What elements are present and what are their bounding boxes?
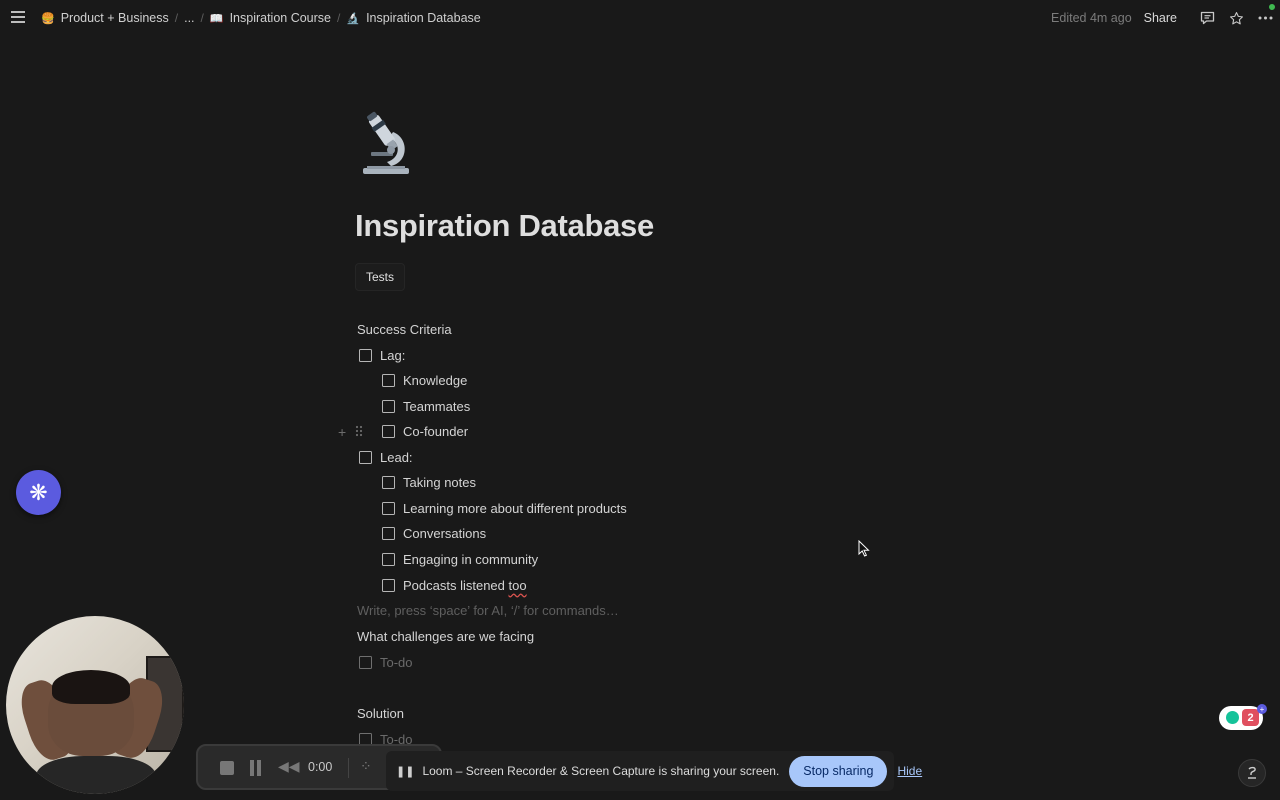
grammarly-icon bbox=[1226, 711, 1239, 724]
breadcrumb-separator: / bbox=[337, 11, 341, 25]
page-title[interactable]: Inspiration Database bbox=[355, 208, 654, 244]
todo-label: Learning more about different products bbox=[403, 500, 627, 516]
add-block-icon[interactable]: + bbox=[338, 424, 346, 440]
block-handles: + bbox=[338, 423, 363, 441]
heading-text: Solution bbox=[357, 705, 404, 721]
stack-icon: 🍔 bbox=[41, 12, 55, 25]
todo-label: Taking notes bbox=[403, 474, 476, 490]
breadcrumb-label: Product + Business bbox=[60, 11, 169, 25]
breadcrumb-label: Inspiration Database bbox=[366, 11, 481, 25]
grammarly-count-badge: 2 bbox=[1242, 709, 1259, 726]
star-icon[interactable] bbox=[1222, 0, 1251, 36]
todo-conversations[interactable]: Conversations bbox=[382, 522, 486, 544]
todo-label: Conversations bbox=[403, 525, 487, 541]
breadcrumb-separator: / bbox=[174, 11, 179, 25]
placeholder-text: Write, press ‘space’ for AI, ‘/’ for com… bbox=[357, 602, 619, 618]
checkbox[interactable] bbox=[359, 655, 372, 669]
checkbox[interactable] bbox=[382, 501, 395, 515]
todo-placeholder: To-do bbox=[380, 654, 413, 670]
checkbox[interactable] bbox=[359, 348, 372, 362]
share-button[interactable]: Share bbox=[1144, 11, 1177, 25]
tab-tests[interactable]: Tests bbox=[355, 263, 406, 291]
todo-label: Lag: bbox=[380, 347, 406, 363]
challenges-heading[interactable]: What challenges are we facing bbox=[357, 625, 534, 647]
breadcrumb-inspiration-database[interactable]: 🔬 Inspiration Database bbox=[343, 11, 483, 25]
menu-icon[interactable] bbox=[11, 11, 25, 23]
heading-text: What challenges are we facing bbox=[357, 628, 535, 644]
top-actions: Edited 4m ago Share bbox=[1051, 0, 1280, 36]
todo-label: Podcasts listened too bbox=[403, 577, 527, 593]
tab-label: Tests bbox=[366, 270, 395, 284]
heading-text: Success Criteria bbox=[357, 321, 452, 337]
todo-teammates[interactable]: Teammates bbox=[382, 395, 470, 417]
todo-engaging-in-community[interactable]: Engaging in community bbox=[382, 548, 538, 570]
checkbox[interactable] bbox=[382, 373, 395, 387]
stop-sharing-button[interactable]: Stop sharing bbox=[789, 755, 888, 787]
success-criteria-heading[interactable]: Success Criteria bbox=[357, 318, 452, 340]
webcam-bubble[interactable] bbox=[6, 616, 184, 794]
spelling-error[interactable]: too bbox=[509, 578, 527, 593]
todo-label: Engaging in community bbox=[403, 551, 539, 567]
hide-link[interactable]: Hide bbox=[897, 764, 922, 778]
plus-icon: + bbox=[1257, 704, 1267, 714]
checkbox[interactable] bbox=[382, 552, 395, 566]
stop-recording-button[interactable] bbox=[220, 761, 234, 775]
breadcrumb-separator: / bbox=[200, 11, 204, 25]
todo-label: Lead: bbox=[380, 449, 413, 465]
drawing-tools-icon[interactable]: ⁘ bbox=[360, 758, 372, 775]
top-bar: 🍔 Product + Business / ... / 📖 Inspirati… bbox=[0, 0, 1280, 36]
checkbox[interactable] bbox=[382, 399, 395, 413]
todo-podcasts[interactable]: Podcasts listened too bbox=[382, 574, 527, 596]
comment-icon[interactable] bbox=[1193, 0, 1222, 36]
solution-heading[interactable]: Solution bbox=[357, 702, 404, 724]
todo-label: Teammates bbox=[403, 398, 471, 414]
todo-co-founder[interactable]: Co-founder bbox=[382, 420, 468, 442]
todo-lead[interactable]: Lead: bbox=[359, 446, 413, 468]
grammarly-widget[interactable]: 2 + bbox=[1219, 704, 1267, 730]
todo-taking-notes[interactable]: Taking notes bbox=[382, 471, 476, 493]
checkbox[interactable] bbox=[359, 450, 372, 464]
microscope-icon[interactable] bbox=[357, 110, 415, 176]
breadcrumb-ellipsis[interactable]: ... bbox=[181, 11, 197, 25]
checkbox[interactable] bbox=[382, 578, 395, 592]
drag-handle-icon[interactable] bbox=[355, 424, 363, 440]
screen-share-banner: ❚❚ Loom – Screen Recorder & Screen Captu… bbox=[386, 751, 922, 791]
more-icon[interactable] bbox=[1251, 0, 1280, 36]
empty-block-placeholder[interactable]: Write, press ‘space’ for AI, ‘/’ for com… bbox=[357, 599, 619, 621]
divider bbox=[348, 758, 349, 778]
todo-label: Knowledge bbox=[403, 372, 468, 388]
checkbox[interactable] bbox=[382, 424, 395, 438]
pause-recording-button[interactable] bbox=[250, 760, 262, 776]
todo-knowledge[interactable]: Knowledge bbox=[382, 369, 467, 391]
pause-icon: ❚❚ bbox=[396, 765, 415, 778]
breadcrumb-label: Inspiration Course bbox=[229, 11, 332, 25]
microscope-icon: 🔬 bbox=[346, 12, 361, 25]
checkbox[interactable] bbox=[382, 526, 395, 540]
extension-icon[interactable]: ❋ bbox=[16, 470, 61, 515]
book-icon: 📖 bbox=[209, 12, 224, 25]
share-message: Loom – Screen Recorder & Screen Capture … bbox=[422, 764, 780, 778]
edited-timestamp: Edited 4m ago bbox=[1051, 11, 1132, 25]
breadcrumb: 🍔 Product + Business / ... / 📖 Inspirati… bbox=[38, 0, 484, 36]
help-icon[interactable] bbox=[1238, 759, 1266, 787]
todo-lag[interactable]: Lag: bbox=[359, 344, 405, 366]
breadcrumb-inspiration-course[interactable]: 📖 Inspiration Course bbox=[207, 11, 334, 25]
mouse-cursor-icon bbox=[858, 539, 870, 562]
recording-time: 0:00 bbox=[308, 760, 333, 774]
breadcrumb-label: ... bbox=[184, 11, 195, 25]
todo-challenges[interactable]: To-do bbox=[359, 651, 413, 673]
restart-icon[interactable]: ◀◀ bbox=[278, 758, 300, 775]
checkbox[interactable] bbox=[382, 475, 395, 489]
todo-label: Co-founder bbox=[403, 423, 469, 439]
breadcrumb-product-business[interactable]: 🍔 Product + Business bbox=[38, 11, 172, 25]
todo-learning-more[interactable]: Learning more about different products bbox=[382, 497, 627, 519]
online-status-dot bbox=[1269, 4, 1275, 10]
